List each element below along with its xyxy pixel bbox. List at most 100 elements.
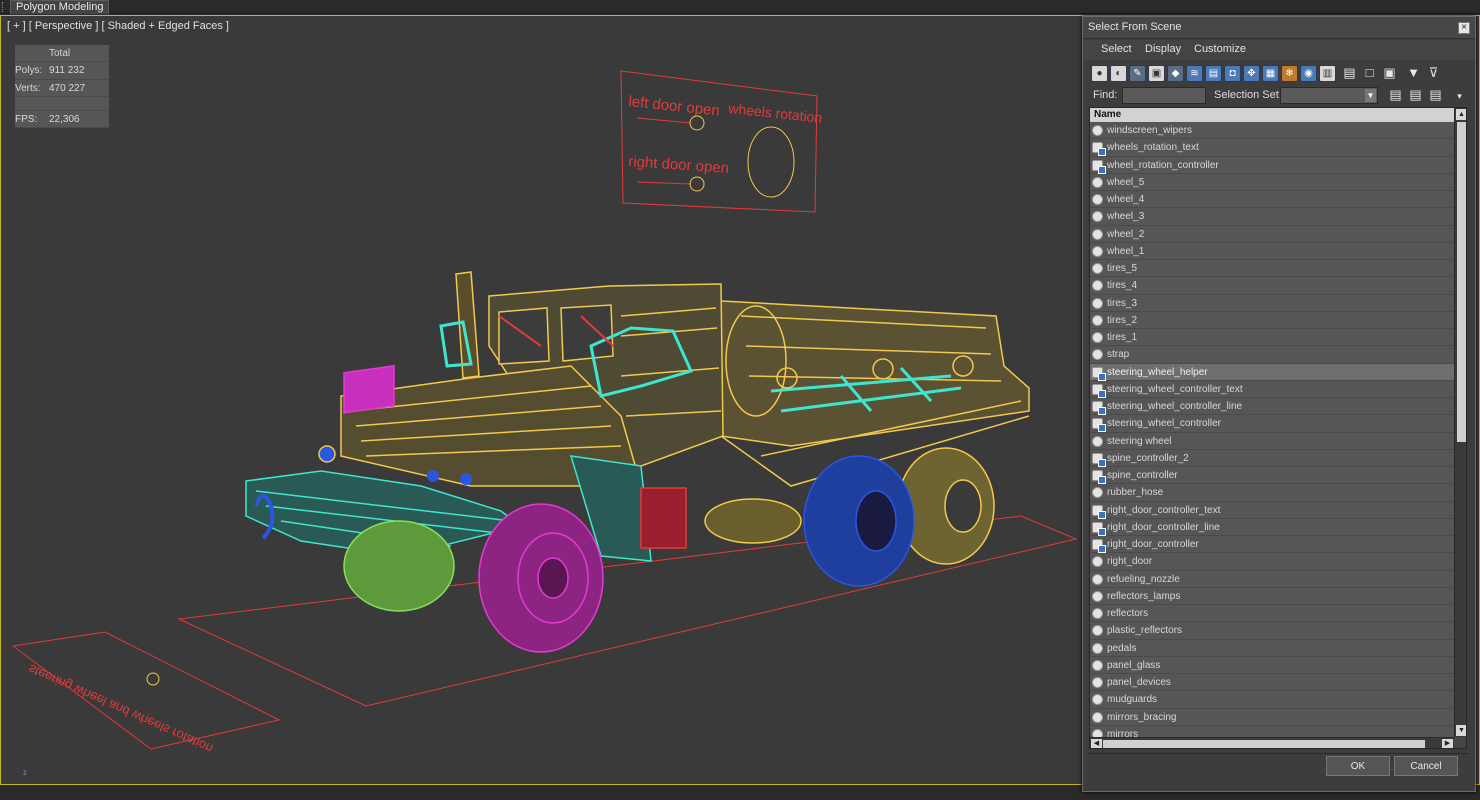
- list-item[interactable]: refueling_nozzle: [1090, 570, 1454, 588]
- list-item[interactable]: right_door_controller: [1090, 536, 1454, 554]
- display-geometry-icon[interactable]: ●: [1091, 65, 1108, 82]
- display-helpers-icon[interactable]: ◆: [1167, 65, 1184, 82]
- ok-button[interactable]: OK: [1326, 756, 1390, 776]
- list-item-label: wheel_1: [1107, 245, 1145, 257]
- dialog-title-bar[interactable]: Select From Scene ×: [1083, 17, 1475, 39]
- list-item[interactable]: plastic_reflectors: [1090, 622, 1454, 640]
- list-item[interactable]: pedals: [1090, 639, 1454, 657]
- list-item-label: spine_controller: [1107, 470, 1178, 481]
- menu-display[interactable]: Display: [1145, 43, 1181, 55]
- helper-icon: [1092, 452, 1106, 467]
- list-item[interactable]: reflectors: [1090, 605, 1454, 623]
- list-item[interactable]: spine_controller: [1090, 467, 1454, 485]
- expand-icon[interactable]: ▾: [1451, 89, 1468, 106]
- list-item[interactable]: wheel_3: [1090, 208, 1454, 226]
- list-item[interactable]: steering_wheel_controller_line: [1090, 398, 1454, 416]
- helper-icon: [1092, 159, 1106, 174]
- list-item[interactable]: mudguards: [1090, 691, 1454, 709]
- select-invert-icon[interactable]: ▣: [1381, 65, 1398, 82]
- list-item[interactable]: mirrors_bracing: [1090, 708, 1454, 726]
- list-item[interactable]: tires_3: [1090, 294, 1454, 312]
- left-door-slider-knob: [689, 115, 705, 131]
- list-item-label: right_door: [1107, 556, 1153, 568]
- filter-options-icon[interactable]: ⊽: [1425, 65, 1442, 82]
- cancel-button[interactable]: Cancel: [1394, 756, 1458, 776]
- geometry-icon: [1092, 176, 1103, 188]
- list-item[interactable]: panel_glass: [1090, 656, 1454, 674]
- verts-value: 470 227: [49, 82, 86, 94]
- select-all-icon[interactable]: ▤: [1341, 65, 1358, 82]
- list-item-label: steering_wheel_controller_line: [1107, 401, 1243, 412]
- select-none-icon[interactable]: □: [1361, 65, 1378, 82]
- selection-set-remove-icon[interactable]: ▤: [1407, 87, 1424, 104]
- helper-icon: [1092, 366, 1106, 381]
- display-containers-icon[interactable]: ▦: [1262, 65, 1279, 82]
- scene-object-list[interactable]: Name windscreen_wipers wheels_rotation_te…: [1089, 107, 1467, 749]
- display-bones-icon[interactable]: ✥: [1243, 65, 1260, 82]
- list-item[interactable]: wheel_4: [1090, 191, 1454, 209]
- geometry-icon: [1092, 677, 1103, 688]
- scroll-right-icon[interactable]: ▶: [1442, 739, 1453, 748]
- geometry-icon: [1092, 245, 1103, 257]
- list-item[interactable]: tires_2: [1090, 311, 1454, 329]
- ribbon-grip[interactable]: [2, 2, 6, 12]
- selection-set-manage-icon[interactable]: ▤: [1427, 87, 1444, 104]
- filter-icon[interactable]: ▼: [1405, 65, 1422, 82]
- menu-customize[interactable]: Customize: [1194, 43, 1246, 55]
- display-groups-icon[interactable]: ▤: [1205, 65, 1222, 82]
- list-item-label: wheel_rotation_controller: [1107, 159, 1219, 171]
- list-item[interactable]: spine_controller_2: [1090, 449, 1454, 467]
- scroll-down-icon[interactable]: ▼: [1456, 725, 1466, 736]
- list-item[interactable]: rubber_hose: [1090, 484, 1454, 502]
- display-shapes-icon[interactable]: ◐: [1110, 65, 1127, 82]
- column-header-name[interactable]: Name: [1090, 108, 1454, 122]
- list-item-label: steering wheel: [1107, 435, 1172, 447]
- display-lights-icon[interactable]: ✎: [1129, 65, 1146, 82]
- display-all-icon[interactable]: ▥: [1319, 65, 1336, 82]
- list-item[interactable]: steering_wheel_controller_text: [1090, 380, 1454, 398]
- vertical-scrollbar[interactable]: ▲ ▼: [1454, 108, 1466, 737]
- list-item[interactable]: wheel_1: [1090, 242, 1454, 260]
- menu-select[interactable]: Select: [1101, 43, 1132, 55]
- list-item[interactable]: steering_wheel_controller: [1090, 415, 1454, 433]
- list-item[interactable]: reflectors_lamps: [1090, 587, 1454, 605]
- selection-set-dropdown[interactable]: ▼: [1280, 87, 1378, 104]
- list-item-label: tires_5: [1107, 263, 1138, 274]
- list-item[interactable]: steering wheel: [1090, 432, 1454, 450]
- list-item[interactable]: tires_4: [1090, 277, 1454, 295]
- scroll-thumb-horizontal[interactable]: [1103, 740, 1425, 748]
- chevron-down-icon[interactable]: ▼: [1365, 89, 1376, 102]
- list-item[interactable]: panel_devices: [1090, 674, 1454, 692]
- list-item[interactable]: windscreen_wipers: [1090, 122, 1454, 140]
- find-row: Find: Selection Set: ▼ ▤ ▤ ▤ ▾: [1089, 87, 1469, 105]
- viewport-label[interactable]: [ + ] [ Perspective ] [ Shaded + Edged F…: [7, 20, 229, 32]
- tab-polygon-modeling[interactable]: Polygon Modeling: [10, 0, 110, 14]
- close-icon[interactable]: ×: [1458, 22, 1470, 34]
- display-xrefs-icon[interactable]: ◘: [1224, 65, 1241, 82]
- display-hidden-icon[interactable]: ◉: [1300, 65, 1317, 82]
- list-item[interactable]: right_door: [1090, 553, 1454, 571]
- list-item[interactable]: wheel_rotation_controller: [1090, 156, 1454, 174]
- horizontal-scrollbar[interactable]: ◀ ▶: [1090, 737, 1454, 748]
- scroll-left-icon[interactable]: ◀: [1091, 739, 1102, 748]
- display-spacewarps-icon[interactable]: ≋: [1186, 65, 1203, 82]
- list-item[interactable]: right_door_controller_line: [1090, 518, 1454, 536]
- list-item[interactable]: right_door_controller_text: [1090, 501, 1454, 519]
- list-item[interactable]: wheels_rotation_text: [1090, 139, 1454, 157]
- selection-set-add-icon[interactable]: ▤: [1387, 87, 1404, 104]
- door-controls-panel: [620, 70, 818, 213]
- scroll-thumb[interactable]: [1457, 122, 1466, 442]
- list-item-label: spine_controller_2: [1107, 452, 1189, 464]
- list-item[interactable]: strap: [1090, 346, 1454, 364]
- list-item[interactable]: tires_5: [1090, 260, 1454, 278]
- display-cameras-icon[interactable]: ▣: [1148, 65, 1165, 82]
- list-item[interactable]: tires_1: [1090, 329, 1454, 347]
- scroll-up-icon[interactable]: ▲: [1456, 109, 1466, 120]
- find-input[interactable]: [1122, 87, 1206, 104]
- geometry-icon: [1092, 349, 1103, 361]
- display-frozen-icon[interactable]: ❄: [1281, 65, 1298, 82]
- spare-tire: [704, 498, 802, 544]
- list-item[interactable]: wheel_2: [1090, 225, 1454, 243]
- list-item[interactable]: steering_wheel_helper: [1090, 363, 1454, 381]
- list-item[interactable]: wheel_5: [1090, 173, 1454, 191]
